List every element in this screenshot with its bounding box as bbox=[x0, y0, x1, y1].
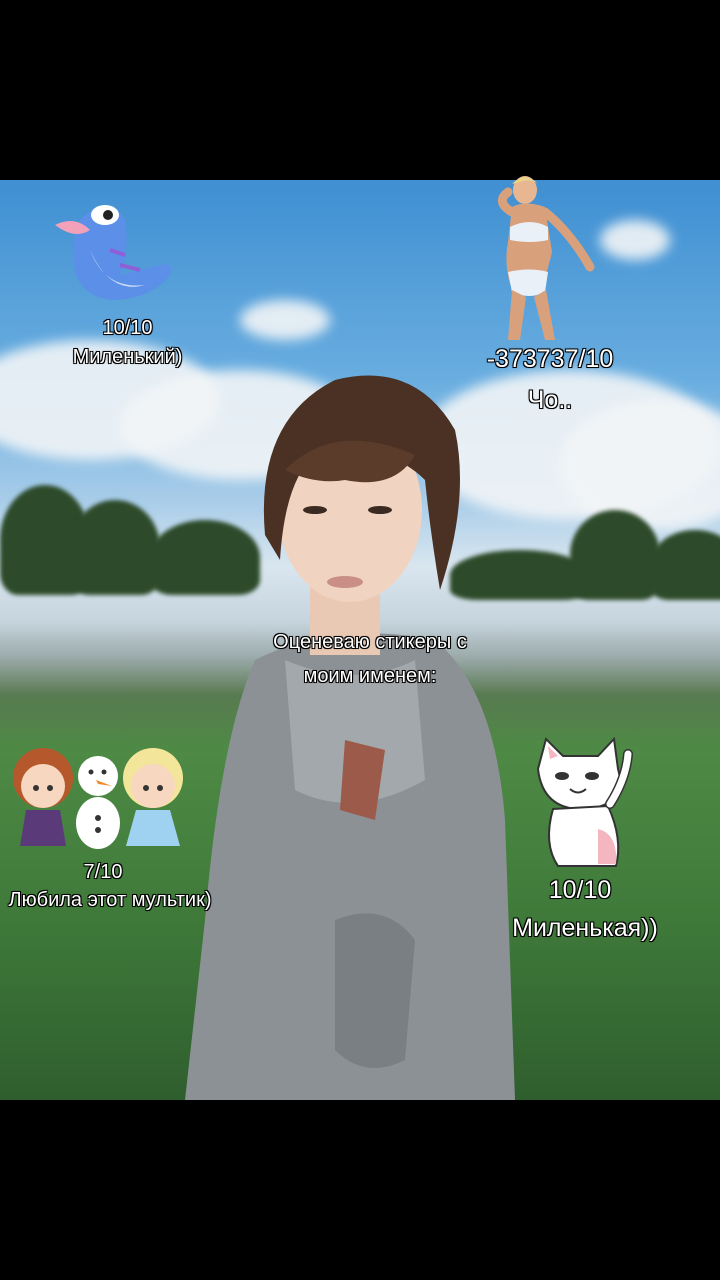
sticker-1-comment: Миленький) bbox=[72, 346, 183, 368]
cat-sticker bbox=[536, 736, 633, 867]
bottom-black-bar bbox=[0, 1100, 720, 1280]
sticker-1-rating: 10/10 bbox=[102, 317, 153, 339]
person-figure bbox=[185, 375, 515, 1100]
salamander-sticker bbox=[55, 205, 172, 300]
sticker-4-comment: Миленькая)) bbox=[512, 914, 658, 942]
tree bbox=[650, 530, 720, 600]
tree bbox=[70, 500, 160, 595]
sticker-4-rating: 10/10 bbox=[548, 876, 612, 904]
woman-sticker bbox=[497, 176, 595, 340]
sticker-2-comment: Чо.. bbox=[527, 386, 573, 414]
cloud bbox=[600, 220, 670, 260]
top-black-bar bbox=[0, 0, 720, 180]
title-line-1: Оценеваю стикеры с bbox=[273, 631, 467, 653]
sticker-3-rating: 7/10 bbox=[83, 861, 123, 883]
sticker-2-rating: -373737/10 bbox=[486, 345, 614, 373]
characters-sticker bbox=[13, 748, 183, 849]
cloud bbox=[240, 300, 330, 340]
title-line-2: моим именем: bbox=[303, 665, 437, 687]
tree bbox=[570, 510, 660, 600]
sticker-3-comment: Любила этот мультик) bbox=[8, 889, 212, 911]
